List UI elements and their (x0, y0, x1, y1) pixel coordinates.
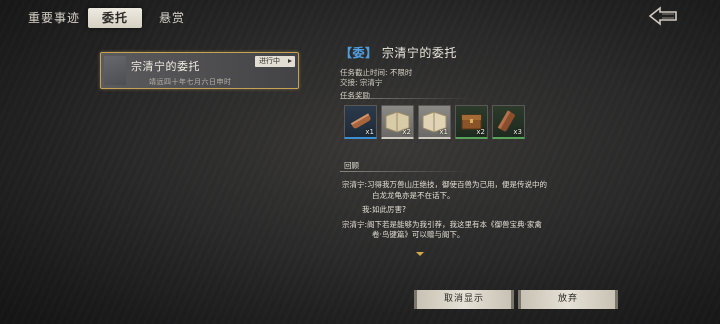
quest-contact: 交接: 宗清宁 (340, 77, 383, 87)
quest-meta: 任务截止时间: 不限时 交接: 宗清宁 (340, 68, 580, 87)
dialog-line: 我:如此厉害? (362, 205, 407, 214)
rewards-divider (340, 98, 472, 99)
dialog-line: 宗清宁:阁下若是能够为我引荐，我这里有本《御兽宝典·家禽 卷·鸟键篇》可以赠与阁… (342, 219, 542, 240)
quest-detail-title-row: 【委】 宗清宁的委托 (340, 44, 580, 61)
reward-item[interactable]: x2 (381, 105, 414, 139)
tab-important-events[interactable]: 重要事迹 (28, 8, 80, 28)
quest-item-date: 靖远四十年七月六日申时 (149, 78, 232, 86)
tab-bounties[interactable]: 悬赏 (150, 8, 194, 28)
quest-list-item[interactable]: 宗清宁的委托 靖远四十年七月六日申时 进行中 (100, 52, 299, 89)
review-divider (340, 171, 472, 172)
document-icon (104, 56, 126, 85)
quest-detail-title: 宗清宁的委托 (381, 46, 457, 60)
reward-item[interactable]: x1 (344, 105, 377, 139)
review-label: 回顾 (344, 161, 359, 170)
tab-commissions[interactable]: 委托 (88, 8, 142, 28)
quest-deadline: 任务截止时间: 不限时 (340, 68, 413, 77)
scroll-down-icon[interactable] (416, 252, 424, 256)
rewards-label: 任务奖励 (340, 91, 370, 100)
quest-status-badge: 进行中 (255, 56, 295, 67)
cancel-display-button[interactable]: 取消显示 (414, 290, 514, 309)
reward-item[interactable]: x2 (455, 105, 488, 139)
top-tab-bar: 重要事迹 委托 悬赏 (0, 0, 720, 34)
quest-item-title: 宗清宁的委托 (131, 60, 200, 73)
reward-item[interactable]: x3 (492, 105, 525, 139)
back-arrow-icon[interactable] (648, 6, 678, 26)
quest-detail-panel: 【委】 宗清宁的委托 任务截止时间: 不限时 交接: 宗清宁 任务奖励 (340, 44, 580, 101)
reward-item[interactable]: x1 (418, 105, 451, 139)
commission-badge: 【委】 (340, 46, 378, 60)
abandon-button[interactable]: 放弃 (518, 290, 618, 309)
dialog-log: 宗清宁:习得我万兽山庄绝技，御使百兽为己用，便是传说中的 白龙龙龟亦是不在话下。… (342, 180, 578, 245)
dialog-line: 宗清宁:习得我万兽山庄绝技，御使百兽为己用，便是传说中的 白龙龙龟亦是不在话下。 (342, 180, 548, 200)
